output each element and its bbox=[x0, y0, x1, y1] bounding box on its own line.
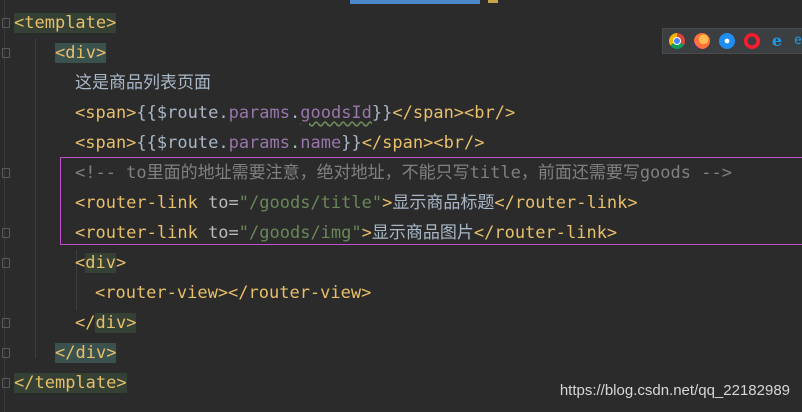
fold-marker-icon[interactable] bbox=[2, 168, 10, 178]
span-open-tag: <span> bbox=[75, 133, 137, 153]
div-open-tag[interactable]: <div> bbox=[55, 43, 107, 63]
firefox-icon[interactable] bbox=[694, 33, 710, 49]
mustache-open: {{ bbox=[136, 133, 157, 153]
equals: = bbox=[228, 193, 239, 213]
fold-marker-icon[interactable] bbox=[2, 378, 10, 388]
tag-lt: < bbox=[75, 253, 86, 273]
link-text: 显示商品标题 bbox=[392, 193, 495, 213]
fold-marker-icon[interactable] bbox=[2, 228, 10, 238]
mustache-open: {{ bbox=[136, 103, 157, 123]
html-comment: <!-- to里面的地址需要注意，绝对地址，不能只写title，前面还需要写go… bbox=[75, 163, 732, 183]
code-line-3[interactable]: 这是商品列表页面 bbox=[75, 68, 211, 98]
code-line-11[interactable]: </div> bbox=[75, 308, 137, 338]
code-line-6[interactable]: <!-- to里面的地址需要注意，绝对地址，不能只写title，前面还需要写go… bbox=[75, 158, 732, 188]
code-line-9[interactable]: <div> bbox=[75, 248, 126, 278]
params-prop: params bbox=[228, 133, 290, 153]
mustache-close: }} bbox=[371, 103, 393, 123]
tag-gt: > bbox=[115, 253, 127, 273]
opera-icon[interactable] bbox=[744, 33, 760, 49]
fold-marker-icon[interactable] bbox=[2, 258, 10, 268]
editor-tab-strip bbox=[0, 0, 802, 6]
safari-icon[interactable] bbox=[719, 33, 735, 49]
code-line-4[interactable]: <span>{{$route.params.goodsId}}</span><b… bbox=[75, 98, 515, 128]
code-line-12[interactable]: </div> bbox=[55, 338, 117, 368]
equals: = bbox=[228, 223, 239, 243]
tag-lt: </ bbox=[75, 313, 96, 333]
dot: . bbox=[290, 103, 301, 123]
dot: . bbox=[218, 103, 229, 123]
template-open-tag[interactable]: <template> bbox=[14, 13, 117, 33]
tag-end: > bbox=[361, 223, 372, 243]
tag-end: > bbox=[382, 193, 393, 213]
to-value: "/goods/img" bbox=[238, 223, 362, 243]
route-ref: $route bbox=[156, 133, 219, 153]
div-close-tag[interactable]: div bbox=[75, 343, 106, 363]
to-attribute: to bbox=[208, 193, 229, 213]
span-close-tag: </span><br/> bbox=[392, 103, 516, 123]
tag-gt: > bbox=[116, 373, 127, 393]
code-line-2[interactable]: <div> bbox=[55, 38, 107, 68]
tag-lt: </ bbox=[55, 343, 76, 363]
tag-lt: </ bbox=[14, 373, 35, 393]
inner-div-open-tag[interactable]: div bbox=[85, 253, 116, 273]
span-open-tag: <span> bbox=[75, 103, 137, 123]
fold-marker-icon[interactable] bbox=[2, 318, 10, 328]
name-prop: name bbox=[300, 133, 342, 153]
code-line-10[interactable]: <router-view></router-view> bbox=[95, 278, 371, 308]
watermark: https://blog.csdn.net/qq_22182989 bbox=[559, 382, 790, 399]
to-attribute: to bbox=[208, 223, 229, 243]
span-close-tag: </span><br/> bbox=[361, 133, 485, 153]
dot: . bbox=[290, 133, 301, 153]
browser-preview-bar: e e bbox=[662, 28, 802, 54]
router-view-tag: <router-view></router-view> bbox=[95, 283, 372, 303]
active-tab-indicator[interactable] bbox=[350, 0, 480, 4]
fold-marker-icon[interactable] bbox=[2, 348, 10, 358]
code-editor[interactable]: <template> <div> 这是商品列表页面 <span>{{$route… bbox=[0, 0, 802, 412]
plain-text: 这是商品列表页面 bbox=[75, 73, 211, 93]
router-link-close-tag: </router-link> bbox=[494, 193, 638, 213]
edge-icon[interactable]: e bbox=[794, 33, 802, 49]
ie-icon[interactable]: e bbox=[769, 33, 785, 49]
link-text: 显示商品图片 bbox=[371, 223, 474, 243]
route-ref: $route bbox=[156, 103, 219, 123]
chrome-icon[interactable] bbox=[669, 33, 685, 49]
router-link-open-tag: <router-link bbox=[75, 193, 209, 213]
code-line-8[interactable]: <router-link to="/goods/img">显示商品图片</rou… bbox=[75, 218, 617, 248]
fold-marker-icon[interactable] bbox=[2, 18, 10, 28]
mustache-close: }} bbox=[341, 133, 362, 153]
tab-marker bbox=[488, 0, 498, 3]
to-value: "/goods/title" bbox=[238, 193, 383, 213]
code-line-13[interactable]: </template> bbox=[14, 368, 127, 398]
fold-marker-icon[interactable] bbox=[2, 48, 10, 58]
params-prop: params bbox=[228, 103, 290, 123]
template-close-tag[interactable]: template bbox=[34, 373, 116, 393]
router-link-close-tag: </router-link> bbox=[473, 223, 618, 243]
tag-gt: > bbox=[106, 343, 117, 363]
router-link-open-tag: <router-link bbox=[75, 223, 209, 243]
inner-div-close-tag[interactable]: div bbox=[95, 313, 127, 333]
dot: . bbox=[218, 133, 229, 153]
indent-guide bbox=[35, 38, 36, 358]
tag-gt: > bbox=[126, 313, 137, 333]
code-line-1[interactable]: <template> bbox=[14, 8, 117, 38]
goodsId-prop: goodsId bbox=[300, 103, 372, 123]
code-line-5[interactable]: <span>{{$route.params.name}}</span><br/> bbox=[75, 128, 485, 158]
code-line-7[interactable]: <router-link to="/goods/title">显示商品标题</r… bbox=[75, 188, 638, 218]
